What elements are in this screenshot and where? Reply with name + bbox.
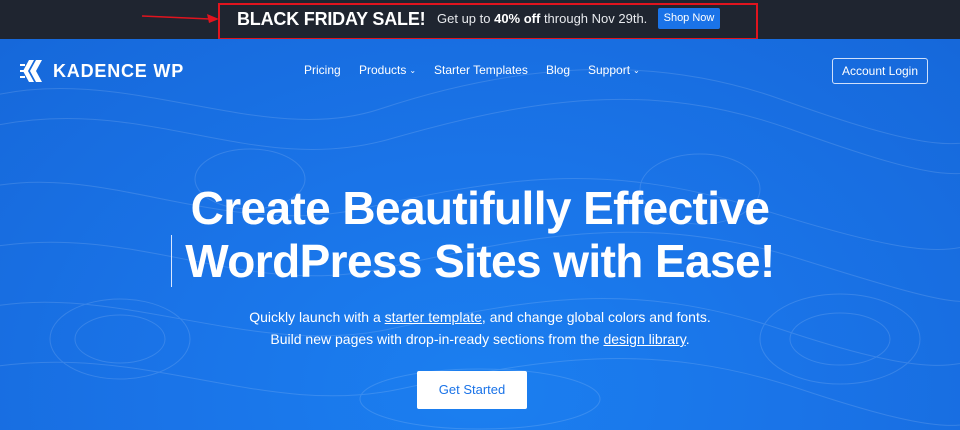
sub2-text: Build new pages with drop-in-ready secti… [270, 331, 604, 347]
nav-item-support-label: Support [588, 63, 631, 77]
hero-subtext-line-2: Build new pages with drop-in-ready secti… [0, 330, 960, 348]
sub2-text-end: . [685, 331, 690, 347]
sub1-text-end: , and change global colors and fonts. [481, 309, 711, 325]
headline-line-2: WordPress Sites with Ease! [185, 235, 775, 287]
promo-text-suffix: through Nov 29th. [540, 11, 648, 26]
promo-bar: BLACK FRIDAY SALE! Get up to 40% off thr… [0, 0, 960, 40]
nav-item-starter-templates[interactable]: Starter Templates [434, 63, 528, 78]
nav-item-blog[interactable]: Blog [546, 63, 570, 78]
nav-item-products-label: Products [359, 63, 407, 77]
hero-section: KADENCE WP Pricing Products ⌄ Starter Tem… [0, 39, 960, 430]
red-arrow-annotation [141, 14, 219, 23]
kadence-logo[interactable]: KADENCE WP [20, 60, 184, 82]
headline-line-1: Create Beautifully Effective [190, 182, 770, 234]
nav-item-pricing[interactable]: Pricing [304, 63, 341, 78]
shop-now-button[interactable]: Shop Now [658, 8, 720, 29]
logo-text: KADENCE WP [53, 61, 185, 81]
account-login-button[interactable]: Account Login [832, 58, 928, 84]
starter-template-link[interactable]: starter template [385, 309, 482, 325]
promo-text-prefix: Get up to [437, 11, 495, 26]
design-library-link[interactable]: design library [603, 331, 685, 347]
sub1-text: Quickly launch with a [249, 309, 385, 325]
promo-title: BLACK FRIDAY SALE! [237, 9, 426, 29]
promo-discount: 40% off [494, 11, 541, 26]
nav-item-support[interactable]: Support ⌄ [588, 63, 640, 78]
promo-text: Get up to 40% off through Nov 29th. [437, 11, 647, 27]
kadence-logo-icon [20, 60, 42, 82]
get-started-button[interactable]: Get Started [417, 371, 527, 409]
hero-subtext-line-1: Quickly launch with a starter template, … [0, 308, 960, 326]
text-cursor [171, 235, 172, 287]
chevron-down-icon: ⌄ [633, 66, 640, 75]
nav-item-products[interactable]: Products ⌄ [359, 63, 416, 78]
chevron-down-icon: ⌄ [409, 66, 417, 75]
